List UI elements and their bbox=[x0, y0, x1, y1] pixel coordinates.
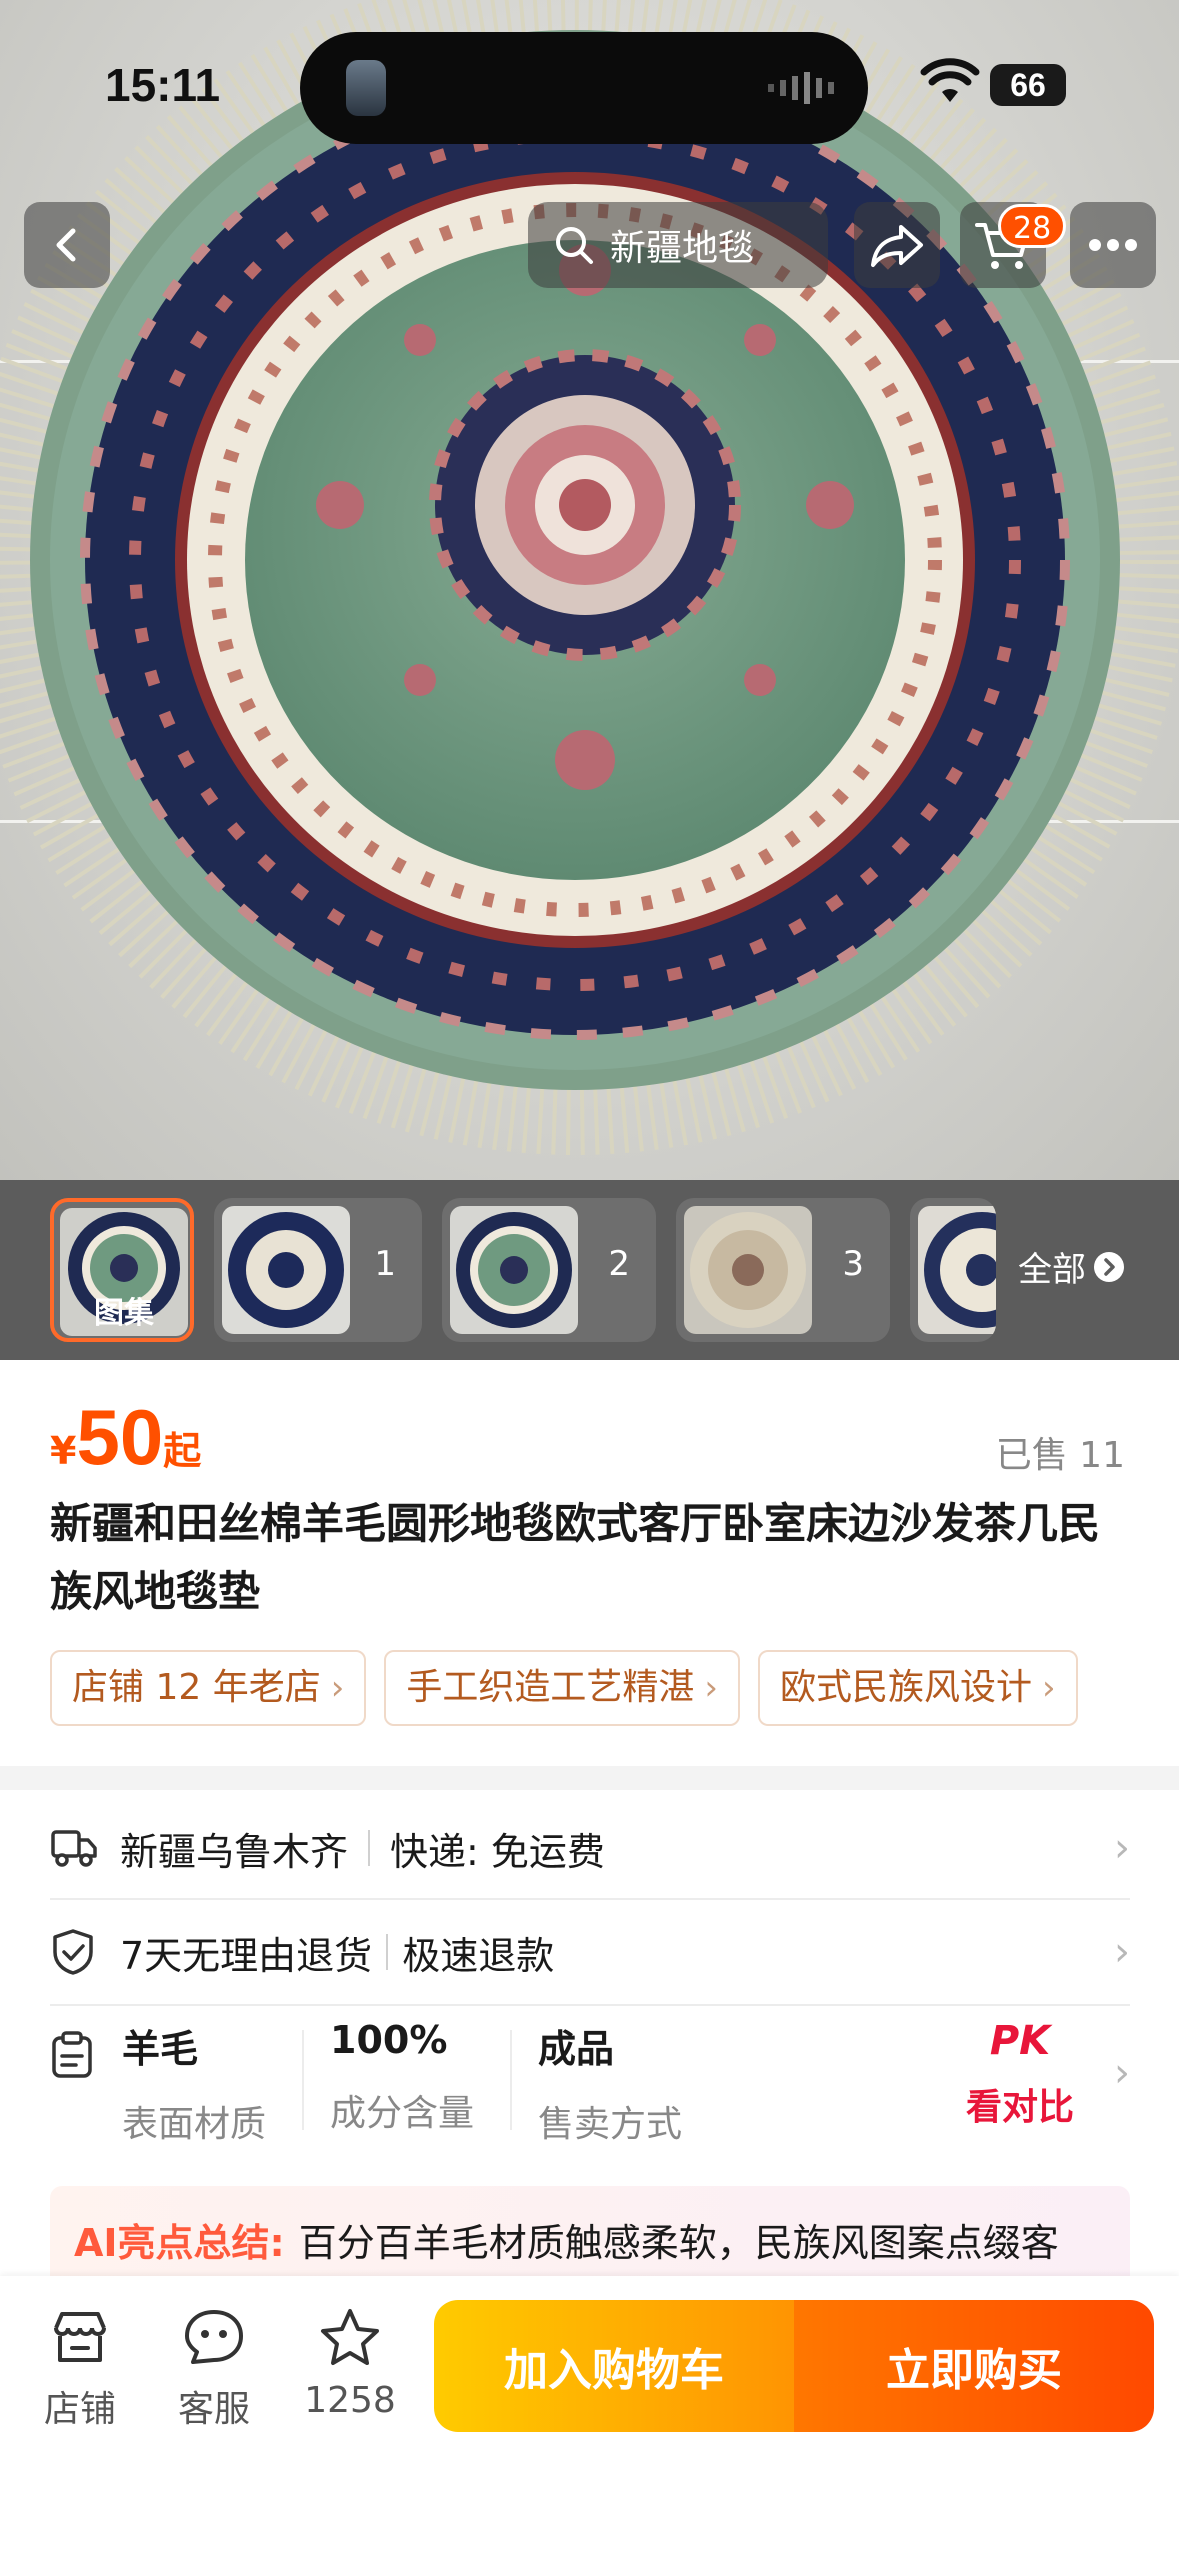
truck-icon bbox=[51, 1830, 97, 1867]
price: ¥ 50 起 bbox=[50, 1392, 201, 1483]
shipping-row[interactable]: 新疆乌鲁木齐 快递: 免运费 › bbox=[50, 1818, 1130, 1878]
thumb-1[interactable]: 1 bbox=[214, 1198, 422, 1342]
ai-summary-text: 百分百羊毛材质触感柔软，民族风图案点缀客 bbox=[298, 2220, 1059, 2265]
attr-divider bbox=[302, 2030, 304, 2130]
cart-count-badge: 28 bbox=[998, 204, 1067, 248]
status-time: 15:11 bbox=[105, 59, 221, 111]
thumb-2[interactable]: 2 bbox=[442, 1198, 656, 1342]
share-arrow-icon bbox=[871, 225, 923, 267]
view-all-label: 全部 bbox=[1018, 1250, 1086, 1290]
separator bbox=[368, 1830, 371, 1866]
attr-sale-type: 成品 售卖方式 bbox=[538, 2018, 682, 2147]
bottom-action-bar: 店铺 客服 1258 加入购物车 立即购买 bbox=[0, 2276, 1179, 2556]
product-title: 新疆和田丝棉羊毛圆形地毯欧式客厅卧室床边沙发茶几民族风地毯垫 bbox=[50, 1499, 1101, 1616]
attr-key: 售卖方式 bbox=[538, 2104, 683, 2145]
thumb-image bbox=[222, 1206, 350, 1334]
round-rug-illustration bbox=[0, 0, 1179, 1155]
attr-value: 成品 bbox=[538, 2027, 615, 2071]
thumb-4[interactable] bbox=[910, 1198, 996, 1342]
row-divider bbox=[50, 1898, 1130, 1900]
dynamic-island bbox=[300, 32, 868, 144]
audio-bars-icon bbox=[768, 72, 834, 104]
product-image[interactable] bbox=[0, 0, 1179, 1180]
shipping-method: 快递: 免运费 bbox=[390, 1829, 605, 1874]
shop-button[interactable]: 店铺 bbox=[20, 2302, 140, 2432]
shop-icon bbox=[20, 2302, 140, 2372]
attributes-row[interactable]: 羊毛 表面材质 100% 成分含量 成品 售卖方式 PK 看对比 › bbox=[50, 2018, 1130, 2147]
more-button[interactable] bbox=[1070, 202, 1156, 288]
search-query: 新疆地毯 bbox=[610, 228, 755, 269]
back-button[interactable] bbox=[24, 202, 110, 288]
thumb-image bbox=[450, 1206, 578, 1334]
thumb-image bbox=[684, 1206, 812, 1334]
attr-value: 羊毛 bbox=[122, 2027, 199, 2071]
tag-label: 欧式民族风设计 bbox=[779, 1667, 1032, 1708]
shop-label: 店铺 bbox=[43, 2389, 116, 2430]
add-to-cart-button[interactable]: 加入购物车 bbox=[434, 2300, 794, 2432]
attr-content: 100% 成分含量 bbox=[330, 2018, 474, 2136]
tag-label: 店铺 12 年老店 bbox=[72, 1667, 321, 1708]
share-button[interactable] bbox=[854, 202, 940, 288]
favorite-count: 1258 bbox=[304, 2380, 396, 2421]
separator bbox=[386, 1934, 389, 1970]
tag-style[interactable]: 欧式民族风设计 › bbox=[757, 1650, 1078, 1726]
chat-face-icon bbox=[154, 2302, 274, 2372]
ai-summary-label: AI亮点总结: bbox=[74, 2220, 285, 2265]
star-icon bbox=[290, 2302, 410, 2372]
shield-check-icon bbox=[53, 1929, 93, 1975]
tag-label: 手工织造工艺精湛 bbox=[406, 1667, 695, 1708]
refund-policy: 极速退款 bbox=[402, 1933, 555, 1978]
attr-material: 羊毛 表面材质 bbox=[122, 2018, 266, 2147]
battery-indicator: 66 bbox=[990, 64, 1066, 106]
attr-key: 表面材质 bbox=[122, 2104, 267, 2145]
search-bar[interactable]: 新疆地毯 bbox=[528, 202, 828, 288]
row-divider bbox=[50, 2004, 1130, 2006]
thumb-number: 2 bbox=[608, 1244, 630, 1284]
chevron-right-icon: › bbox=[1114, 1825, 1130, 1871]
attr-divider bbox=[510, 2030, 512, 2130]
favorite-button[interactable]: 1258 bbox=[290, 2302, 410, 2421]
service-row[interactable]: 7天无理由退货 极速退款 › bbox=[50, 1922, 1130, 1982]
sold-count: 已售 11 bbox=[995, 1435, 1125, 1476]
thumb-3[interactable]: 3 bbox=[676, 1198, 890, 1342]
compare-button[interactable]: PK 看对比 bbox=[966, 2018, 1074, 2130]
section-divider bbox=[0, 1766, 1179, 1790]
compare-label: 看对比 bbox=[966, 2087, 1075, 2128]
search-icon bbox=[556, 227, 593, 264]
price-suffix: 起 bbox=[163, 1429, 202, 1473]
price-value: 50 bbox=[76, 1393, 164, 1481]
wifi-icon bbox=[920, 58, 980, 102]
attr-key: 成分含量 bbox=[330, 2093, 475, 2134]
tag-craft[interactable]: 手工织造工艺精湛 › bbox=[384, 1650, 740, 1726]
chevron-right-icon: › bbox=[330, 1668, 345, 1708]
return-policy: 7天无理由退货 bbox=[120, 1933, 373, 1978]
thumb-number: 3 bbox=[842, 1244, 864, 1284]
more-dots-icon bbox=[1089, 239, 1137, 251]
pk-label: PK bbox=[989, 2018, 1051, 2064]
chevron-right-icon: › bbox=[704, 1668, 718, 1708]
feature-tags: 店铺 12 年老店 › 手工织造工艺精湛 › 欧式民族风设计 › bbox=[50, 1650, 1078, 1726]
thumbnail-strip: 图集 1 2 3 全部 bbox=[0, 1180, 1179, 1360]
thumb-image bbox=[918, 1206, 996, 1334]
service-label: 客服 bbox=[177, 2389, 250, 2430]
thumb-label: 图集 bbox=[94, 1296, 154, 1331]
buy-now-button[interactable]: 立即购买 bbox=[794, 2300, 1154, 2432]
tag-shop-age[interactable]: 店铺 12 年老店 › bbox=[50, 1650, 367, 1726]
view-all-link[interactable]: 全部 bbox=[1018, 1242, 1126, 1291]
chevron-circle-icon bbox=[1094, 1251, 1124, 1282]
attr-value: 100% bbox=[330, 2018, 448, 2062]
clipboard-icon bbox=[52, 2031, 92, 2078]
thumb-gallery[interactable]: 图集 bbox=[50, 1198, 194, 1342]
shipping-origin: 新疆乌鲁木齐 bbox=[120, 1829, 349, 1874]
chevron-right-icon: › bbox=[1041, 1668, 1056, 1708]
chevron-right-icon: › bbox=[1114, 2050, 1130, 2096]
chevron-left-icon bbox=[56, 228, 76, 262]
customer-service-button[interactable]: 客服 bbox=[154, 2302, 274, 2432]
camera-icon bbox=[346, 60, 386, 116]
price-currency: ¥ bbox=[50, 1429, 77, 1473]
thumb-number: 1 bbox=[374, 1244, 396, 1284]
chevron-right-icon: › bbox=[1114, 1929, 1130, 1975]
